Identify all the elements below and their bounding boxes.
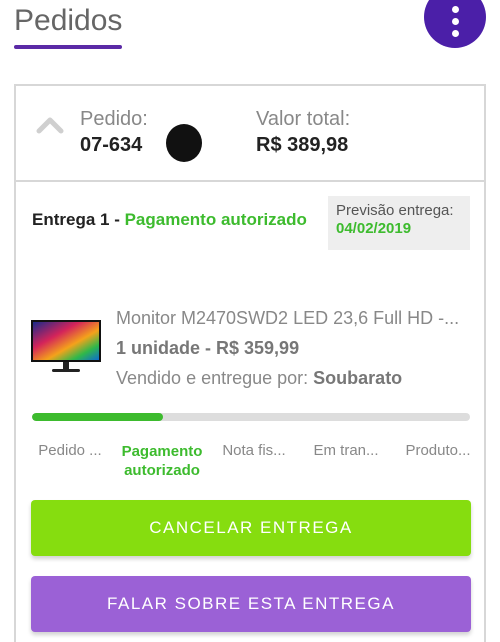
forecast-date: 04/02/2019	[336, 220, 412, 237]
delivery-steps: Pedido ... Pagamento autorizado Nota fis…	[24, 442, 484, 480]
order-number: 07-634	[80, 134, 143, 156]
seller-label: Vendido e entregue por:	[116, 368, 309, 388]
step-invoice: Nota fis...	[222, 442, 286, 459]
delivery-label: Entrega 1 -	[32, 210, 120, 229]
delivery-forecast: Previsão entrega: 04/02/2019	[328, 196, 470, 250]
delivery-status: Pagamento autorizado	[124, 210, 307, 229]
product-name[interactable]: Monitor M2470SWD2 LED 23,6 Full HD -...	[116, 308, 459, 329]
forecast-label: Previsão entrega:	[336, 202, 454, 219]
more-vert-icon	[451, 5, 459, 37]
product-seller: Vendido e entregue por: Soubarato	[116, 368, 402, 389]
delivery-progress-bar	[32, 413, 470, 421]
chevron-up-icon[interactable]	[36, 114, 64, 134]
delivery-progress-fill	[32, 413, 164, 421]
product-quantity-price: 1 unidade - R$ 359,99	[116, 338, 300, 358]
total-value: R$ 389,98	[256, 134, 349, 156]
page-title: Pedidos	[14, 4, 123, 37]
step-delivered: Produto...	[405, 442, 471, 459]
total-label: Valor total:	[256, 108, 351, 130]
cancel-delivery-button[interactable]: CANCELAR ENTREGA	[31, 500, 471, 556]
step-payment-authorized: Pagamento autorizado	[121, 443, 203, 479]
order-card: Pedido: 07-634 Valor total: R$ 389,98 En…	[14, 84, 486, 642]
redaction-mark	[166, 124, 202, 162]
seller-name: Soubarato	[313, 368, 403, 388]
step-ordered: Pedido ...	[38, 442, 102, 459]
tab-indicator	[14, 45, 122, 49]
talk-about-delivery-button[interactable]: FALAR SOBRE ESTA ENTREGA	[31, 576, 471, 632]
product-image[interactable]	[30, 318, 102, 376]
order-label: Pedido:	[80, 108, 148, 130]
order-header[interactable]: Pedido: 07-634 Valor total: R$ 389,98	[16, 86, 484, 182]
menu-button[interactable]	[424, 0, 486, 48]
step-in-transit: Em tran...	[313, 442, 379, 459]
delivery-title: Entrega 1 - Pagamento autorizado	[32, 210, 307, 230]
